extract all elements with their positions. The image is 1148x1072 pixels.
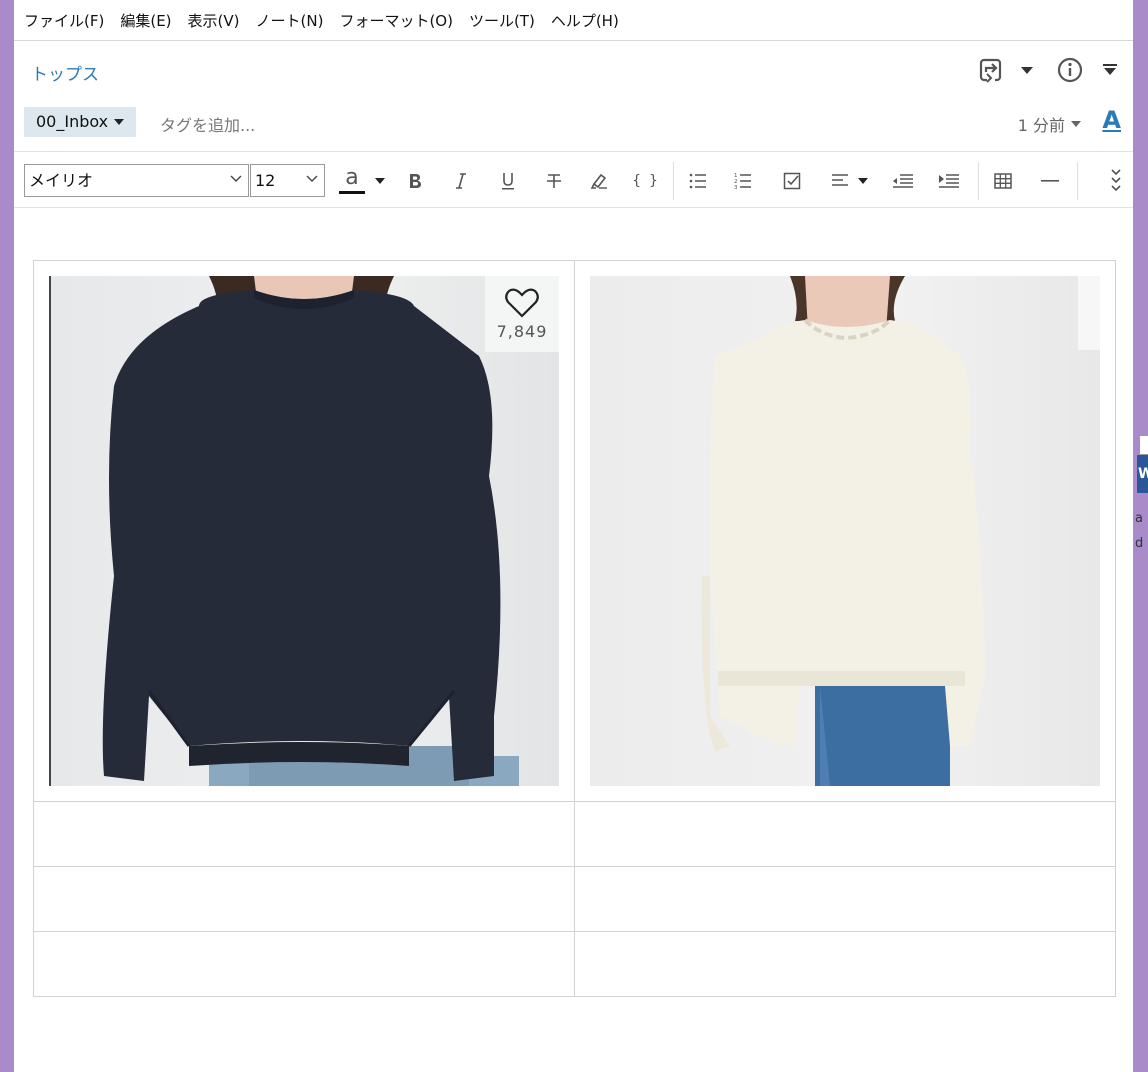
text-color-button[interactable]: a [336, 166, 368, 196]
favorite-count: 7,849 [496, 321, 548, 341]
table-cell[interactable]: 7,849 [33, 260, 575, 802]
menu-help[interactable]: ヘルプ(H) [551, 10, 619, 31]
font-size-select[interactable]: 12 [250, 164, 325, 197]
table-cell[interactable] [573, 801, 1117, 867]
bullet-list-icon[interactable] [683, 166, 713, 196]
table-row [33, 801, 1117, 867]
align-icon[interactable] [825, 166, 855, 196]
desktop-fragment: ) [0, 662, 1, 677]
menu-tools[interactable]: ツール(T) [469, 10, 535, 31]
share-icon[interactable] [977, 56, 1007, 86]
menu-format[interactable]: フォーマット(O) [339, 10, 453, 31]
updated-time[interactable]: 1 分前 [1018, 112, 1081, 136]
menu-file[interactable]: ファイル(F) [24, 10, 104, 31]
info-icon[interactable] [1056, 56, 1084, 84]
sweater-image [701, 276, 985, 786]
table-icon[interactable] [988, 166, 1018, 196]
chevron-down-icon [1071, 121, 1081, 127]
menu-note[interactable]: ノート(N) [256, 10, 324, 31]
highlight-icon[interactable] [584, 166, 614, 196]
tag-bar: 00_Inbox タグを追加... 1 分前 A [14, 99, 1133, 151]
code-icon[interactable]: { } [630, 166, 660, 196]
desktop-background-left: ) ) [0, 0, 14, 1072]
font-size-value: 12 [255, 171, 276, 190]
favorite-overlay[interactable] [1077, 276, 1100, 350]
sweater-image [49, 276, 519, 786]
notebook-chip[interactable]: 00_Inbox [24, 107, 137, 137]
chevron-down-icon [375, 178, 385, 184]
updated-time-label: 1 分前 [1017, 116, 1065, 135]
font-family-select[interactable]: メイリオ [24, 164, 249, 197]
menu-view[interactable]: 表示(V) [188, 10, 240, 31]
bold-icon[interactable] [400, 166, 430, 196]
share-dropdown-caret-icon[interactable] [1020, 63, 1034, 77]
toolbar-divider [978, 162, 979, 200]
align-dropdown[interactable] [855, 166, 871, 196]
table-cell[interactable] [33, 801, 575, 867]
chevron-down-icon [230, 175, 242, 182]
product-image-white-sweater[interactable] [589, 276, 1100, 786]
text-color-dropdown[interactable] [372, 166, 388, 196]
product-image-dark-sweater[interactable]: 7,849 [49, 276, 559, 786]
checkbox-icon[interactable] [777, 166, 807, 196]
note-body[interactable]: 7,849 [14, 208, 1133, 1072]
heart-icon [505, 288, 539, 318]
note-header: トップス [14, 41, 1133, 99]
table-row [33, 931, 1117, 997]
add-tag-input[interactable]: タグを追加... [160, 112, 255, 136]
favorite-overlay[interactable]: 7,849 [485, 276, 559, 352]
more-caret-icon[interactable] [1103, 63, 1117, 77]
numbered-list-icon[interactable]: 123 [728, 166, 758, 196]
toolbar-divider [673, 162, 674, 200]
font-family-value: メイリオ [29, 171, 94, 190]
table-row: 7,849 [33, 260, 1117, 802]
menu-edit[interactable]: 編集(E) [120, 10, 171, 31]
horizontal-rule-icon[interactable] [1035, 166, 1065, 196]
table-cell[interactable] [573, 866, 1117, 932]
strikethrough-icon[interactable] [539, 166, 569, 196]
table-cell[interactable] [573, 931, 1117, 997]
indent-icon[interactable] [934, 166, 964, 196]
desktop-fragment: d [1135, 536, 1144, 551]
toolbar-divider [1077, 162, 1078, 200]
desktop-fragment: a [1135, 511, 1143, 526]
notebook-chip-label: 00_Inbox [36, 112, 109, 131]
menu-bar: ファイル(F) 編集(E) 表示(V) ノート(N) フォーマット(O) ツール… [14, 0, 1133, 41]
italic-icon[interactable] [446, 166, 476, 196]
note-table[interactable]: 7,849 [33, 260, 1117, 997]
table-cell[interactable] [33, 866, 575, 932]
table-cell[interactable] [33, 931, 575, 997]
svg-text:3: 3 [734, 185, 738, 190]
text-color-swatch [339, 191, 365, 194]
word-app-icon[interactable]: W [1137, 435, 1148, 493]
underline-icon[interactable] [493, 166, 523, 196]
notebook-link[interactable]: トップス [31, 60, 99, 85]
chevron-down-icon [306, 175, 318, 182]
note-editor-window: ファイル(F) 編集(E) 表示(V) ノート(N) フォーマット(O) ツール… [14, 0, 1133, 1072]
table-row [33, 866, 1117, 932]
expand-icon[interactable] [1102, 166, 1130, 196]
outdent-icon[interactable] [888, 166, 918, 196]
desktop-fragment: ) [0, 366, 1, 381]
desktop-background-right: W a d [1133, 0, 1148, 1072]
formatting-toolbar: メイリオ 12 a { } 1 2 3 [14, 151, 1133, 208]
chevron-down-icon [114, 119, 125, 125]
font-settings-icon[interactable]: A [1102, 106, 1121, 134]
text-color-letter: a [345, 165, 359, 190]
table-cell[interactable] [573, 260, 1117, 802]
chevron-down-icon [858, 178, 868, 184]
